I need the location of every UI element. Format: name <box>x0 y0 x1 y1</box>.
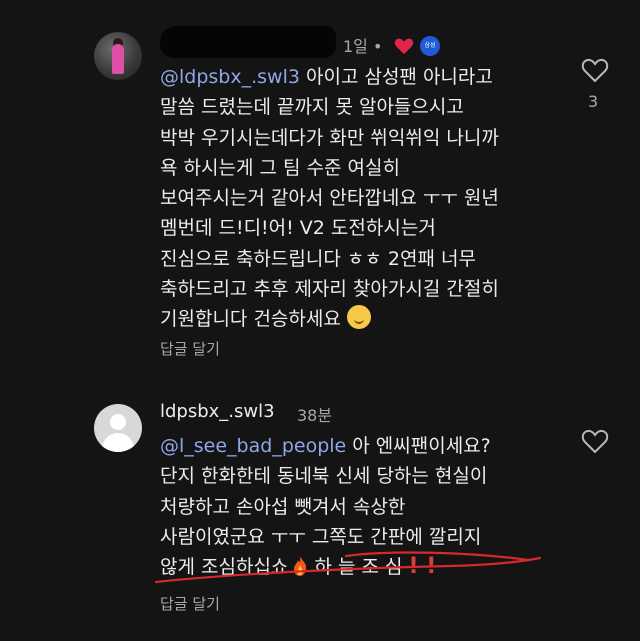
comment-body: @l_see_bad_people 아 엔씨팬이세요? 단지 한화한테 동네북 … <box>160 435 491 580</box>
comment-line: 진심으로 축하드립니다 ㅎㅎ 2연패 너무 <box>160 247 476 270</box>
mention-link[interactable]: @l_see_bad_people <box>160 435 346 457</box>
reply-button[interactable]: 답글 달기 <box>160 338 220 359</box>
comment-line: 사람이였군요 ㅜㅜ 그쪽도 간판에 깔리지 <box>160 525 482 548</box>
comment-body: @ldpsbx_.swl3 아이고 삼성팬 아니라고 말씀 드렸는데 끝까지 못… <box>160 66 499 331</box>
comment-line: 축하드리고 추후 제자리 찾아가시길 간절히 <box>160 278 499 301</box>
like-heart-outline-icon[interactable] <box>581 428 609 454</box>
comment-line: 보여주시는거 같아서 안타깝네요 ㅜㅜ 원년 <box>160 187 499 210</box>
comment-line: 말씀 드렸는데 끝까지 못 알아들으시고 <box>160 96 464 119</box>
mention-link[interactable]: @ldpsbx_.swl3 <box>160 66 300 88</box>
comment-line: 단지 한화한테 동네북 신세 당하는 현실이 <box>160 465 488 488</box>
comment-time: 1일 • <box>343 37 383 56</box>
saluting-face-icon <box>346 305 371 330</box>
like-count: 3 <box>588 92 599 111</box>
comment-line: 않게 조심하십쇼 <box>160 556 289 579</box>
redacted-username <box>160 26 336 58</box>
like-heart-outline-icon[interactable] <box>581 57 609 83</box>
heart-icon <box>394 38 414 55</box>
comment-time: 38분 <box>297 406 333 425</box>
comment-line: 박박 우기시는데다가 화만 쒸익쒸익 나니까 <box>160 126 499 149</box>
avatar[interactable] <box>94 32 142 80</box>
reply-button[interactable]: 답글 달기 <box>160 593 220 614</box>
team-badge-icon: 삼성 <box>420 36 440 56</box>
comment-line: 하 늘 조 심 <box>308 556 409 579</box>
comment-line: 기원합니다 건승하세요 <box>160 308 341 331</box>
exclamation-marks: ! ! <box>408 554 437 580</box>
comment-line: 욕 하시는게 그 팀 수준 여실히 <box>160 156 400 179</box>
comment-line: 처량하고 손아섭 뺏겨서 속상한 <box>160 495 406 518</box>
comment-line: 멤번데 드!디!어! V2 도전하시는거 <box>160 217 436 240</box>
avatar[interactable] <box>94 404 142 452</box>
threads-comment-page: 1일 • 삼성 @ldpsbx_.swl3 아이고 삼성팬 아니라고 말씀 드렸… <box>0 0 640 641</box>
username[interactable]: ldpsbx_.swl3 <box>160 401 275 422</box>
fire-icon <box>294 556 307 577</box>
